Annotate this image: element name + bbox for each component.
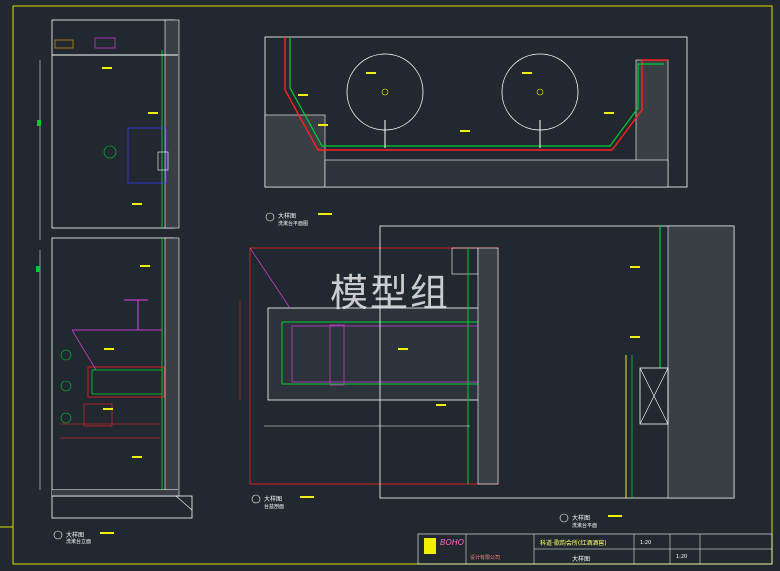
left-elevation-lower: [36, 237, 180, 497]
view-title-plan: 大样图: [278, 213, 297, 220]
view-subtitle-detail: 洗漱台平面: [572, 523, 598, 529]
view-subtitle-left: 洗漱台立面: [66, 539, 92, 545]
view-title-detail: 大样图: [572, 515, 591, 522]
project-name: 科道·歌韵会所(红酒酒窖): [540, 540, 607, 547]
firm-logo-text: BOHO: [440, 538, 465, 547]
firm-subtitle: 设计有限公司: [470, 555, 501, 561]
plan-title-mark: [318, 213, 332, 215]
view-title-section: 大样图: [264, 496, 283, 503]
view-subtitle-plan: 洗漱台平面图: [278, 221, 309, 227]
left-elevation-upper: [37, 19, 180, 240]
sheet-number: 1:20: [676, 554, 688, 560]
basin-plan: [264, 36, 688, 188]
scale-value: 1:20: [640, 540, 652, 546]
watermark: 模型组: [330, 271, 451, 315]
detail-title-mark: [608, 515, 622, 517]
section-title-mark: [300, 496, 314, 498]
view-subtitle-section: 台盆剖面: [264, 504, 285, 510]
drawing-name: 大样图: [572, 556, 591, 563]
left-bottom-floor: [51, 495, 193, 519]
